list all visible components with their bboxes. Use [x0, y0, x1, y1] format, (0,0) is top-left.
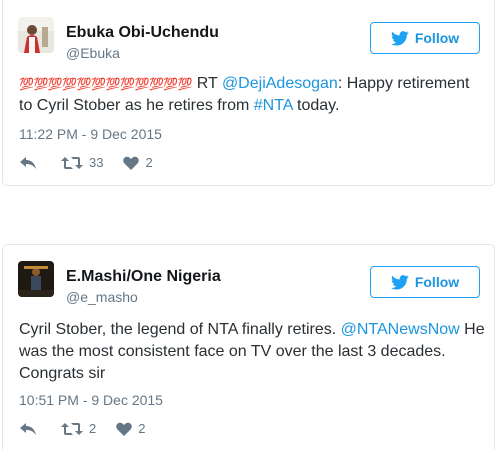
retweet-icon — [61, 156, 83, 170]
action-bar: 33 2 — [19, 155, 153, 170]
retweet-button[interactable]: 2 — [61, 421, 96, 436]
like-button[interactable]: 2 — [116, 421, 145, 436]
author-handle[interactable]: @Ebuka — [66, 45, 120, 61]
tweet-card: Ebuka Obi-Uchendu @Ebuka Follow 💯💯💯💯💯💯💯💯… — [2, 0, 495, 186]
author-handle[interactable]: @e_masho — [66, 289, 138, 305]
emoji-hundred: 💯💯💯💯💯💯💯💯💯💯💯💯 — [19, 77, 193, 91]
mention-link[interactable]: @DejiAdesogan — [222, 75, 338, 92]
timestamp[interactable]: 11:22 PM - 9 Dec 2015 — [19, 126, 162, 142]
like-button[interactable]: 2 — [123, 155, 153, 170]
reply-button[interactable] — [19, 156, 37, 170]
retweet-count: 33 — [89, 155, 104, 170]
action-bar: 2 2 — [19, 421, 145, 436]
tweet-text: 💯💯💯💯💯💯💯💯💯💯💯💯 RT @DejiAdesogan: Happy ret… — [19, 73, 479, 117]
author-name[interactable]: Ebuka Obi-Uchendu — [66, 24, 219, 42]
follow-label: Follow — [414, 30, 460, 46]
mention-link[interactable]: @NTANewsNow — [341, 321, 460, 338]
retweet-icon — [61, 422, 83, 436]
author-name[interactable]: E.Mashi/One Nigeria — [66, 268, 221, 286]
hashtag-link[interactable]: #NTA — [254, 97, 293, 114]
reply-button[interactable] — [19, 422, 37, 436]
text-start: Cyril Stober, the legend of NTA finally … — [19, 321, 341, 338]
tweet-card: E.Mashi/One Nigeria @e_masho Follow Cyri… — [2, 244, 495, 450]
tweet-text: Cyril Stober, the legend of NTA finally … — [19, 319, 489, 385]
reply-icon — [19, 422, 37, 436]
avatar[interactable] — [18, 261, 54, 297]
retweet-button[interactable]: 33 — [61, 155, 103, 170]
like-count: 2 — [145, 155, 153, 170]
follow-button[interactable]: Follow — [370, 266, 480, 298]
timestamp[interactable]: 10:51 PM - 9 Dec 2015 — [19, 392, 163, 408]
follow-label: Follow — [414, 274, 460, 290]
retweet-count: 2 — [89, 421, 97, 436]
reply-icon — [19, 156, 37, 170]
heart-icon — [123, 156, 140, 170]
like-count: 2 — [138, 421, 146, 436]
twitter-bird-icon — [390, 30, 409, 46]
follow-button[interactable]: Follow — [370, 22, 480, 54]
text-end: today. — [292, 97, 340, 114]
twitter-bird-icon — [390, 274, 409, 290]
heart-icon — [116, 422, 132, 436]
avatar[interactable] — [18, 17, 54, 53]
text-rt: RT — [192, 75, 222, 92]
